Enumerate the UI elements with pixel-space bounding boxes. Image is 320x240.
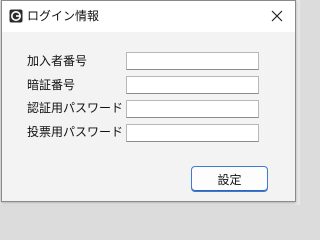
login-info-dialog: ログイン情報 加入者番号 暗証番号 認証用パスワード 投票用パスワード 設定 [1, 0, 296, 202]
auth-password-input[interactable] [126, 100, 259, 118]
vote-password-input[interactable] [126, 124, 259, 142]
subscriber-number-label: 加入者番号 [27, 54, 88, 68]
close-button[interactable] [265, 5, 289, 27]
vote-password-label: 投票用パスワード [27, 125, 124, 139]
title-bar: ログイン情報 [2, 1, 295, 32]
app-icon [9, 9, 23, 23]
pin-input[interactable] [126, 76, 259, 94]
set-button[interactable]: 設定 [191, 166, 268, 192]
auth-password-label: 認証用パスワード [27, 101, 124, 115]
pin-label: 暗証番号 [27, 78, 76, 92]
close-icon [271, 10, 283, 22]
subscriber-number-input[interactable] [126, 52, 259, 70]
window-title: ログイン情報 [27, 9, 100, 23]
